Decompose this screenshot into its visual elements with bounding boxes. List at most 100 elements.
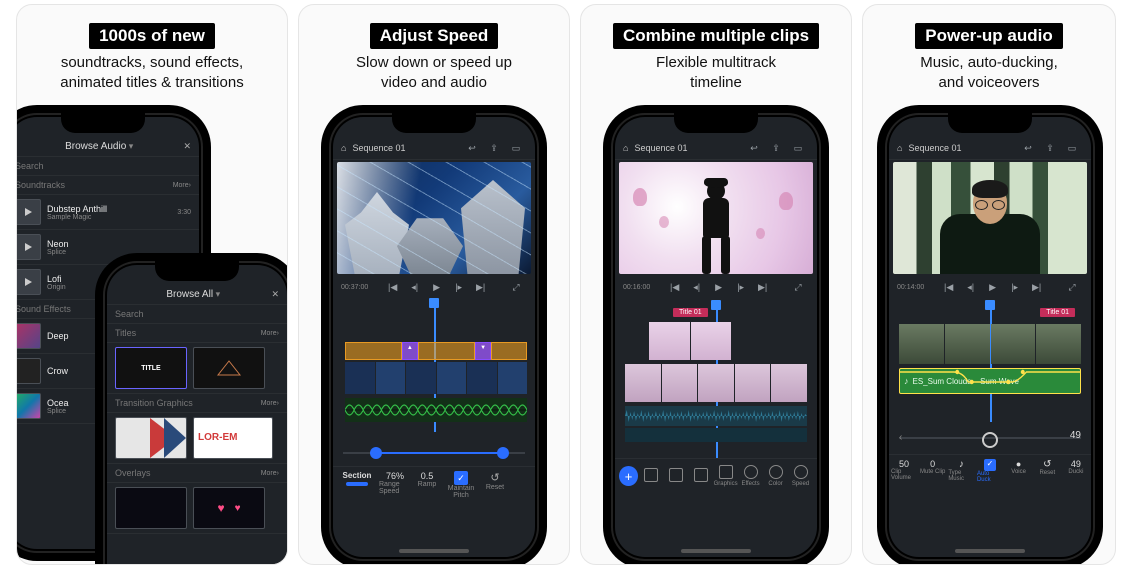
cat-sound-effects[interactable]: Sound Effects xyxy=(16,304,71,314)
expand-icon[interactable]: ⤢ xyxy=(1065,280,1079,294)
title-clip[interactable]: Title 01 xyxy=(1040,308,1075,317)
fullscreen-icon[interactable]: ▭ xyxy=(1065,141,1079,155)
cat-overlays[interactable]: Overlays xyxy=(115,468,151,478)
section-toggle[interactable]: Section xyxy=(337,471,377,486)
card3-pill: Combine multiple clips xyxy=(613,23,819,49)
title-thumb-label: TITLE xyxy=(141,365,160,372)
more-link[interactable]: More xyxy=(261,470,277,477)
timeline[interactable]: Title 01 xyxy=(619,302,813,458)
step-fwd-icon[interactable]: |▸ xyxy=(452,280,466,294)
more-link[interactable]: More xyxy=(261,330,277,337)
heart-icon: ♥ xyxy=(235,503,241,514)
card2-pill: Adjust Speed xyxy=(370,23,499,49)
step-fwd-icon[interactable]: |▸ xyxy=(734,280,748,294)
more-link[interactable]: More xyxy=(261,400,277,407)
volume-slider[interactable]: 49 ‹ xyxy=(899,428,1081,448)
play-icon[interactable]: ▶ xyxy=(712,280,726,294)
share-icon[interactable]: ⇪ xyxy=(769,141,783,155)
undo-icon[interactable]: ↩ xyxy=(747,141,761,155)
track-title: Dubstep Anthill xyxy=(47,204,107,214)
voice[interactable]: ●Voice xyxy=(1006,459,1032,483)
type-music[interactable]: ♪Type Music xyxy=(948,459,974,483)
list-item[interactable]: Neon Splice xyxy=(16,230,199,265)
step-back-icon[interactable]: ◂| xyxy=(964,280,978,294)
share-icon[interactable]: ⇪ xyxy=(487,141,501,155)
skip-end-icon[interactable]: ▶| xyxy=(474,280,488,294)
fullscreen-icon[interactable]: ▭ xyxy=(791,141,805,155)
track-artist: Sample Magic xyxy=(47,214,107,221)
share-icon[interactable]: ⇪ xyxy=(1043,141,1057,155)
home-icon[interactable]: ⌂ xyxy=(897,143,902,153)
sequence-title: Sequence 01 xyxy=(908,143,961,153)
skip-end-icon[interactable]: ▶| xyxy=(1030,280,1044,294)
ramp[interactable]: 0.5 Ramp xyxy=(413,471,441,488)
heart-icon: ♥ xyxy=(217,501,224,515)
title-thumb[interactable] xyxy=(193,347,265,389)
ramp-label: Ramp xyxy=(418,481,437,488)
step-back-icon[interactable]: ◂| xyxy=(690,280,704,294)
speed-range-slider[interactable] xyxy=(343,444,525,462)
tool-speed[interactable]: Speed xyxy=(788,465,813,487)
skip-start-icon[interactable]: |◀ xyxy=(386,280,400,294)
cat-transition[interactable]: Transition Graphics xyxy=(115,398,193,408)
more-link[interactable]: More xyxy=(173,182,189,189)
card4-sub: Music, auto-ducking, and voiceovers xyxy=(863,53,1115,92)
overlay-thumb[interactable]: ♥ ♥ xyxy=(193,487,265,529)
home-icon[interactable]: ⌂ xyxy=(623,143,628,153)
undo-icon[interactable]: ↩ xyxy=(1021,141,1035,155)
skip-start-icon[interactable]: |◀ xyxy=(668,280,682,294)
speed-editor-screen: ⌂ Sequence 01 ↩ ⇪ ▭ 00:37:00 xyxy=(333,117,535,557)
title-thumb[interactable]: TITLE xyxy=(115,347,187,389)
transition-thumb[interactable] xyxy=(115,417,187,459)
video-preview[interactable] xyxy=(337,162,531,274)
mute-clip[interactable]: 0Mute Clip xyxy=(920,459,946,483)
play-icon[interactable]: ▶ xyxy=(430,280,444,294)
tool-color[interactable]: Color xyxy=(763,465,788,487)
list-item[interactable]: Dubstep Anthill Sample Magic 3:30 xyxy=(16,195,199,230)
tool-item[interactable] xyxy=(663,468,688,484)
reset-audio[interactable]: ↺Reset xyxy=(1034,459,1060,483)
cat-soundtracks[interactable]: Soundtracks xyxy=(16,180,65,190)
maintain-pitch-toggle[interactable]: ✓ Maintain Pitch xyxy=(443,471,479,499)
add-button[interactable]: + xyxy=(619,466,638,486)
step-back-icon[interactable]: ◂| xyxy=(408,280,422,294)
transition-thumb[interactable]: LOR-EM xyxy=(193,417,273,459)
fullscreen-icon[interactable]: ▭ xyxy=(509,141,523,155)
search-input[interactable]: Search xyxy=(115,309,144,319)
browse-audio-dropdown[interactable]: Browse Audio xyxy=(65,141,126,152)
sequence-title: Sequence 01 xyxy=(352,143,405,153)
undo-icon[interactable]: ↩ xyxy=(465,141,479,155)
timeline[interactable]: Title 01 ♪ ES_Sum Clouds – Sum Wave xyxy=(893,302,1087,422)
close-icon[interactable]: ✕ xyxy=(271,289,279,300)
reset-button[interactable]: ↺ Reset xyxy=(481,471,509,491)
expand-icon[interactable]: ⤢ xyxy=(791,280,805,294)
tool-graphics[interactable]: Graphics xyxy=(713,465,738,487)
tool-item[interactable] xyxy=(638,468,663,484)
video-preview[interactable] xyxy=(619,162,813,274)
clip-volume[interactable]: 50Clip Volume xyxy=(891,459,917,483)
chevron-left-icon[interactable]: ‹ xyxy=(899,432,902,443)
timeline[interactable]: ▲ ▼ xyxy=(337,304,531,432)
expand-icon[interactable]: ⤢ xyxy=(509,280,523,294)
overlay-thumb[interactable] xyxy=(115,487,187,529)
cat-titles[interactable]: Titles xyxy=(115,328,136,338)
track-title: Crow xyxy=(47,366,68,376)
play-icon[interactable]: ▶ xyxy=(986,280,1000,294)
skip-end-icon[interactable]: ▶| xyxy=(756,280,770,294)
range-speed[interactable]: 76% Range Speed xyxy=(379,471,411,495)
search-input[interactable]: Search xyxy=(16,161,44,171)
sequence-title: Sequence 01 xyxy=(634,143,687,153)
title-clip[interactable]: Title 01 xyxy=(673,308,708,317)
tool-effects[interactable]: Effects xyxy=(738,465,763,487)
ducking-amount[interactable]: 49Ducki xyxy=(1063,459,1089,483)
step-fwd-icon[interactable]: |▸ xyxy=(1008,280,1022,294)
skip-start-icon[interactable]: |◀ xyxy=(942,280,956,294)
auto-duck[interactable]: ✓Auto Duck xyxy=(977,459,1003,483)
range-speed-label: Range Speed xyxy=(379,481,411,495)
browse-all-dropdown[interactable]: Browse All xyxy=(166,289,213,300)
track-duration: 3:30 xyxy=(177,209,191,216)
close-icon[interactable]: ✕ xyxy=(183,141,191,152)
home-icon[interactable]: ⌂ xyxy=(341,143,346,153)
video-preview[interactable] xyxy=(893,162,1087,274)
tool-item[interactable] xyxy=(688,468,713,484)
